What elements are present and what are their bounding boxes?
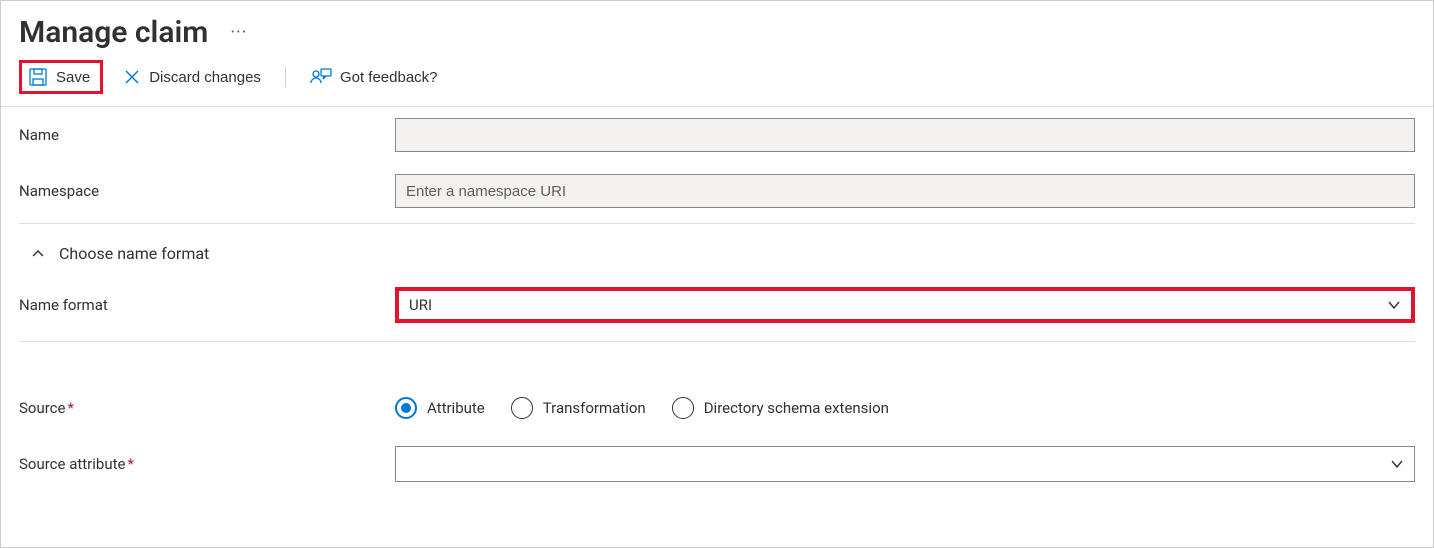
required-indicator: * — [127, 455, 133, 473]
feedback-icon — [310, 67, 332, 87]
source-radio-attribute-label: Attribute — [427, 399, 485, 417]
source-attribute-select[interactable] — [395, 446, 1415, 482]
required-indicator: * — [67, 399, 73, 417]
save-button-label: Save — [56, 69, 90, 86]
source-radio-directory-schema-label: Directory schema extension — [704, 399, 889, 417]
chevron-down-icon — [1387, 298, 1401, 312]
name-format-label: Name format — [19, 296, 395, 314]
source-radio-attribute[interactable]: Attribute — [395, 397, 485, 419]
source-radio-transformation[interactable]: Transformation — [511, 397, 646, 419]
choose-name-format-toggle[interactable]: Choose name format — [19, 224, 1415, 277]
source-radio-directory-schema[interactable]: Directory schema extension — [672, 397, 889, 419]
chevron-up-icon — [31, 247, 45, 261]
name-format-value: URI — [409, 296, 432, 314]
chevron-down-icon — [1390, 457, 1404, 471]
name-format-select[interactable]: URI — [395, 287, 1415, 323]
choose-name-format-label: Choose name format — [59, 244, 209, 263]
source-attribute-label: Source attribute* — [19, 455, 395, 473]
save-button[interactable]: Save — [19, 60, 103, 94]
discard-button[interactable]: Discard changes — [115, 62, 269, 92]
source-radio-transformation-label: Transformation — [543, 399, 646, 417]
feedback-button[interactable]: Got feedback? — [302, 61, 446, 93]
save-icon — [28, 67, 48, 87]
page-title: Manage claim — [19, 15, 208, 50]
close-icon — [123, 68, 141, 86]
discard-button-label: Discard changes — [149, 69, 261, 86]
feedback-button-label: Got feedback? — [340, 69, 438, 86]
name-label: Name — [19, 126, 395, 144]
toolbar-separator — [285, 67, 286, 87]
namespace-label: Namespace — [19, 182, 395, 200]
namespace-input[interactable] — [395, 174, 1415, 208]
source-label: Source* — [19, 399, 395, 417]
name-input[interactable] — [395, 118, 1415, 152]
more-options-icon[interactable]: ··· — [230, 22, 247, 43]
